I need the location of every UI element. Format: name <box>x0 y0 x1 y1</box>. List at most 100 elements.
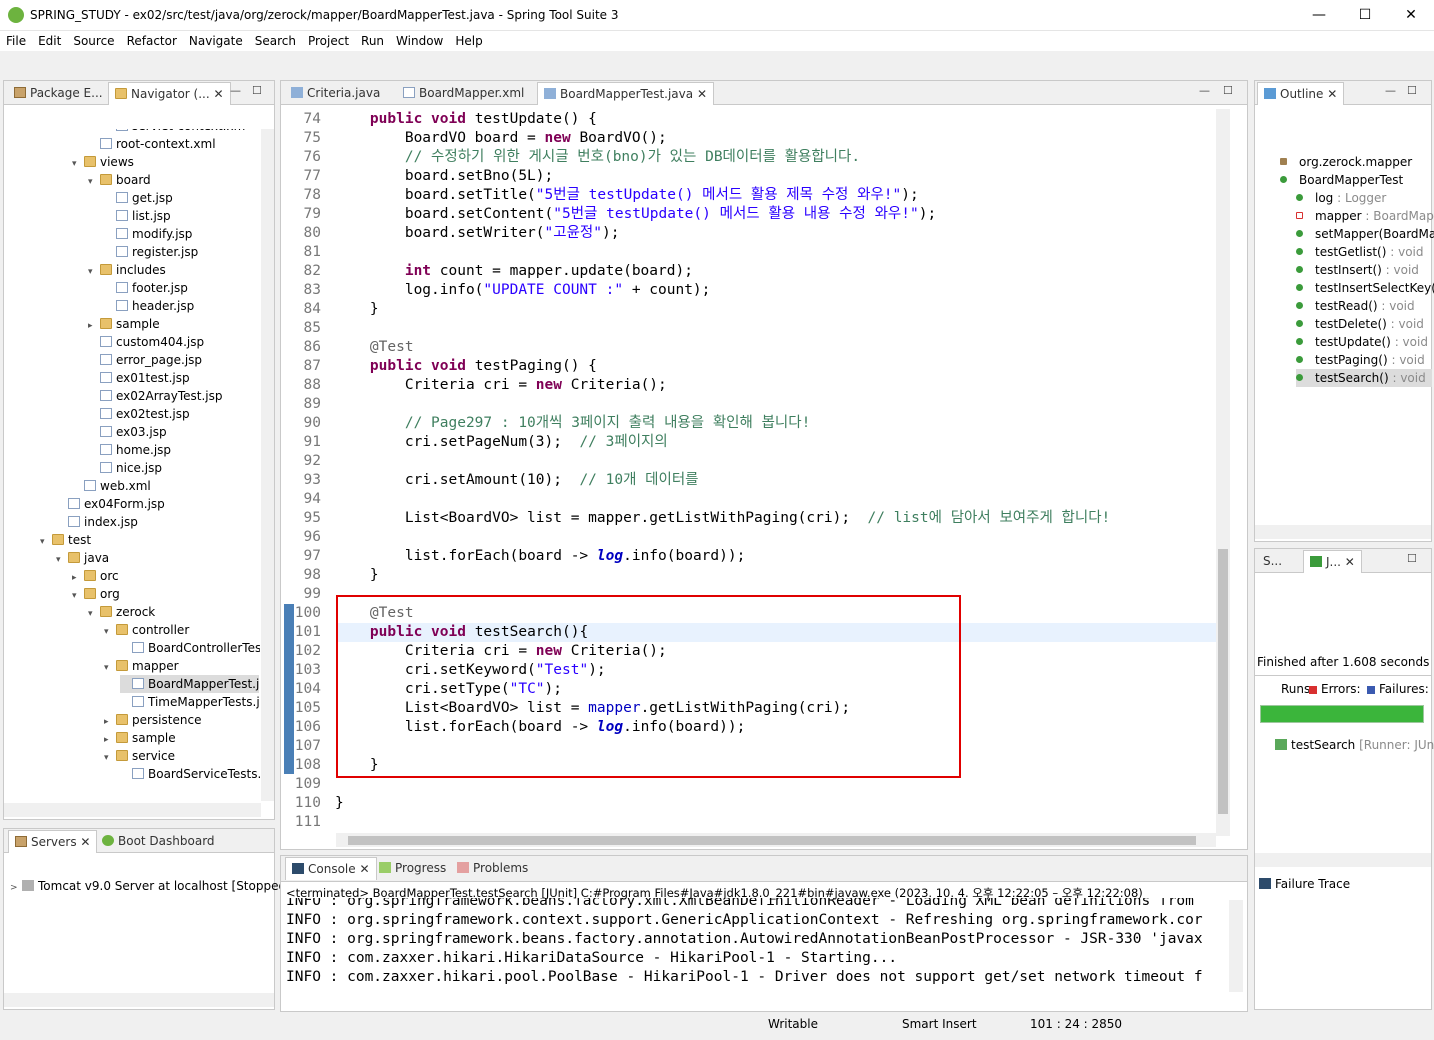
tree-item[interactable]: ▾ includes <box>88 261 166 279</box>
junit-hscrollbar[interactable] <box>1255 853 1431 867</box>
code-line[interactable]: 95 List<BoardVO> list = mapper.getListWi… <box>283 509 1111 528</box>
tab-boot-dashboard[interactable]: Boot Dashboard <box>96 830 221 853</box>
outline-item[interactable]: testRead() : void <box>1296 297 1415 315</box>
tree-item[interactable]: ex04Form.jsp <box>56 495 165 513</box>
expand-arrow-icon[interactable]: ▾ <box>40 533 52 551</box>
tree-item[interactable]: nice.jsp <box>88 459 162 477</box>
code-line[interactable]: 111 <box>283 813 335 832</box>
tomcat-server-item[interactable]: > Tomcat v9.0 Server at localhost [Stoppe… <box>10 877 290 895</box>
tree-item[interactable]: ▾ zerock <box>88 603 155 621</box>
tree-item[interactable]: register.jsp <box>104 243 198 261</box>
tree-item[interactable]: custom404.jsp <box>88 333 204 351</box>
code-line[interactable]: 94 <box>283 490 335 509</box>
outline-item[interactable]: testSearch() : void <box>1296 369 1432 387</box>
maximize-icon[interactable]: ☐ <box>1223 84 1233 97</box>
tab-servers[interactable]: Servers ✕ <box>8 830 98 853</box>
console-output[interactable]: INFO : org.springframework.beans.factory… <box>286 898 1228 990</box>
tree-hscrollbar[interactable] <box>4 803 261 817</box>
tree-item[interactable]: ▸ sample <box>88 315 160 333</box>
tree-item[interactable]: home.jsp <box>88 441 171 459</box>
code-line[interactable]: 98 } <box>283 566 379 585</box>
expand-arrow-icon[interactable]: ▾ <box>88 263 100 281</box>
tree-item[interactable]: ▾ service <box>104 747 175 765</box>
code-line[interactable]: 80 board.setWriter("고윤정"); <box>283 224 620 243</box>
tree-item[interactable]: ▸ orc <box>72 567 119 585</box>
menu-project[interactable]: Project <box>302 31 355 51</box>
menu-file[interactable]: File <box>0 31 32 51</box>
tree-item[interactable]: ▾ board <box>88 171 151 189</box>
tree-item[interactable]: BoardServiceTests.j <box>120 765 260 783</box>
maximize-button[interactable]: ☐ <box>1342 0 1388 31</box>
tree-item[interactable]: header.jsp <box>104 297 194 315</box>
tree-item[interactable]: modify.jsp <box>104 225 192 243</box>
expand-arrow-icon[interactable]: ▾ <box>88 173 100 191</box>
junit-test-item[interactable]: testSearch [Runner: JUnit <box>1275 738 1434 752</box>
code-line[interactable]: 93 cri.setAmount(10); // 10개 데이터를 <box>283 471 699 490</box>
code-line[interactable]: 89 <box>283 395 335 414</box>
menu-search[interactable]: Search <box>249 31 302 51</box>
tab-criteria-java[interactable]: Criteria.java <box>285 82 386 105</box>
tree-item[interactable]: get.jsp <box>104 189 173 207</box>
tree-item[interactable]: ex02test.jsp <box>88 405 190 423</box>
tab-package-explorer[interactable]: Package E... <box>8 82 109 105</box>
code-line[interactable]: 99 <box>283 585 335 604</box>
code-line[interactable]: 110} <box>283 794 344 813</box>
code-line[interactable]: 78 board.setTitle("5번글 testUpdate() 메서드 … <box>283 186 919 205</box>
tree-item[interactable]: BoardMapperTest.j <box>120 675 260 693</box>
code-line[interactable]: 91 cri.setPageNum(3); // 3페이지의 <box>283 433 668 452</box>
menu-source[interactable]: Source <box>67 31 120 51</box>
code-line[interactable]: 79 board.setContent("5번글 testUpdate() 메서… <box>283 205 937 224</box>
tab-boardmappertest-java[interactable]: BoardMapperTest.java ✕ <box>537 82 714 105</box>
expand-arrow-icon[interactable]: ▾ <box>104 623 116 641</box>
tree-item[interactable]: ▾ controller <box>104 621 189 639</box>
expand-arrow-icon[interactable]: ▾ <box>104 659 116 677</box>
code-line[interactable]: 109 <box>283 775 335 794</box>
tab-junit[interactable]: J... ✕ <box>1303 550 1362 573</box>
outline-item[interactable]: testUpdate() : void <box>1296 333 1428 351</box>
tree-item[interactable]: root-context.xml <box>88 135 216 153</box>
expand-arrow-icon[interactable]: ▾ <box>72 587 84 605</box>
minimize-icon[interactable]: — <box>1385 84 1396 97</box>
tree-item[interactable]: ▾ views <box>72 153 134 171</box>
outline-item[interactable]: testInsert() : void <box>1296 261 1419 279</box>
tab-problems[interactable]: Problems <box>451 857 534 880</box>
outline-item[interactable]: testGetlist() : void <box>1296 243 1424 261</box>
tab-search[interactable]: S... <box>1257 550 1288 573</box>
menu-edit[interactable]: Edit <box>32 31 67 51</box>
outline-item[interactable]: log : Logger <box>1296 189 1386 207</box>
code-line[interactable]: 90 // Page297 : 10개씩 3페이지 출력 내용을 확인해 봅니다… <box>283 414 811 433</box>
maximize-icon[interactable]: ☐ <box>1407 84 1417 97</box>
tab-outline[interactable]: Outline ✕ <box>1257 82 1345 105</box>
tree-item[interactable]: error_page.jsp <box>88 351 202 369</box>
minimize-button[interactable]: — <box>1296 0 1342 31</box>
tree-item[interactable]: web.xml <box>72 477 151 495</box>
maximize-icon[interactable]: ☐ <box>252 84 262 97</box>
editor-vscrollbar[interactable] <box>1216 109 1230 836</box>
tree-item[interactable]: BoardControllerTes <box>120 639 260 657</box>
tree-item[interactable]: ▾ mapper <box>104 657 179 675</box>
tree-item[interactable]: ▾ java <box>56 549 109 567</box>
tree-item[interactable]: ex01test.jsp <box>88 369 190 387</box>
tree-item[interactable]: TimeMapperTests.j <box>120 693 260 711</box>
hscrollbar-thumb[interactable] <box>348 836 1196 845</box>
outline-item[interactable]: mapper : BoardMap <box>1296 207 1434 225</box>
tree-item[interactable]: footer.jsp <box>104 279 188 297</box>
code-line[interactable]: 75 BoardVO board = new BoardVO(); <box>283 129 667 148</box>
code-line[interactable]: 81 <box>283 243 335 262</box>
tree-item[interactable]: ex02ArrayTest.jsp <box>88 387 223 405</box>
tab-navigator[interactable]: Navigator (... ✕ <box>108 82 231 105</box>
outline-hscrollbar[interactable] <box>1255 525 1431 539</box>
tree-item[interactable]: ▾ test <box>40 531 91 549</box>
code-line[interactable]: 87 public void testPaging() { <box>283 357 597 376</box>
menu-window[interactable]: Window <box>390 31 449 51</box>
editor-hscrollbar[interactable] <box>336 833 1216 847</box>
outline-item[interactable]: BoardMapperTest <box>1280 171 1403 189</box>
outline-item[interactable]: testPaging() : void <box>1296 351 1425 369</box>
outline-item[interactable]: setMapper(BoardMa <box>1296 225 1434 243</box>
code-line[interactable]: 97 list.forEach(board -> log.info(board)… <box>283 547 746 566</box>
code-line[interactable]: 107 <box>283 737 335 756</box>
maximize-icon[interactable]: ☐ <box>1407 552 1417 565</box>
code-line[interactable]: 84 } <box>283 300 379 319</box>
code-line[interactable]: 76 // 수정하기 위한 게시글 번호(bno)가 있는 DB데이터를 활용합… <box>283 148 861 167</box>
minimize-icon[interactable]: — <box>1199 84 1210 97</box>
